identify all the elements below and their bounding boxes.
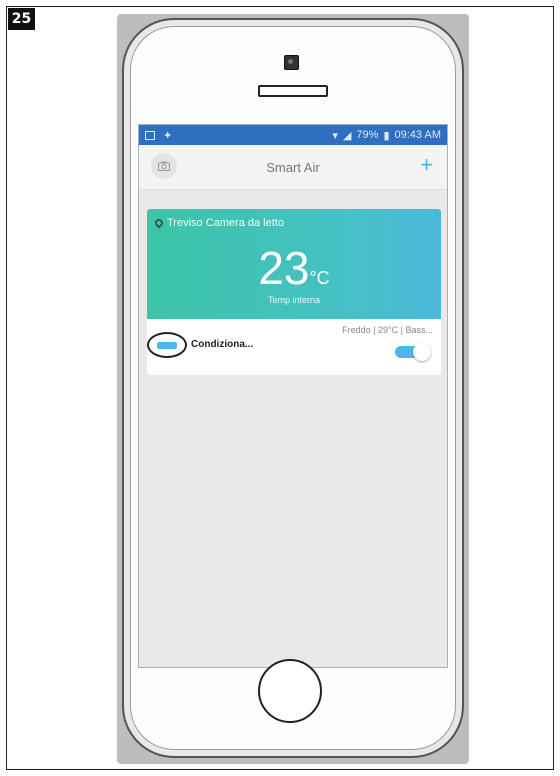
- toggle-knob: [413, 343, 431, 361]
- device-mode-status: Freddo | 29°C | Bass...: [342, 325, 433, 335]
- wifi-icon: ▾: [332, 129, 338, 142]
- temperature-readout: 23°C: [147, 243, 441, 303]
- air-conditioner-icon[interactable]: [157, 341, 177, 349]
- camera-icon[interactable]: [151, 153, 177, 179]
- temperature-caption: Temp interna: [267, 295, 321, 305]
- battery-icon: ▮: [383, 129, 390, 142]
- device-card[interactable]: Treviso Camera da letto 23°C Temp intern…: [147, 209, 441, 375]
- signal-notification-icon: ✦: [163, 129, 173, 142]
- room-location-label: Treviso Camera da letto: [167, 217, 284, 229]
- room-temperature-panel: Treviso Camera da letto 23°C Temp intern…: [147, 209, 441, 319]
- battery-percent: 79%: [356, 129, 379, 141]
- camera-glyph: [158, 161, 170, 171]
- device-row[interactable]: Freddo | 29°C | Bass... Condiziona...: [147, 319, 441, 375]
- earpiece-speaker: [258, 85, 328, 97]
- temperature-unit: °C: [309, 268, 330, 288]
- power-toggle[interactable]: [395, 343, 431, 361]
- add-device-plus-icon[interactable]: +: [420, 153, 433, 177]
- status-bar: ✦ ▾ ◢ 79% ▮ 09:43 AM: [139, 125, 447, 145]
- temperature-value: 23: [258, 242, 310, 294]
- room-location: Treviso Camera da letto: [153, 217, 284, 229]
- phone-screen: ✦ ▾ ◢ 79% ▮ 09:43 AM Smart Air + Treviso…: [138, 124, 448, 668]
- status-time: 09:43 AM: [394, 129, 441, 141]
- cell-signal-icon: ◢: [342, 129, 352, 142]
- gallery-notification-icon: [145, 130, 155, 140]
- app-title: Smart Air: [266, 159, 320, 175]
- app-bar: Smart Air +: [139, 145, 447, 190]
- device-name[interactable]: Condiziona...: [191, 339, 253, 350]
- highlight-circle: [147, 332, 187, 358]
- home-button[interactable]: [258, 659, 322, 723]
- location-pin-icon: [153, 217, 165, 229]
- front-camera-icon: [284, 55, 299, 70]
- step-number-badge: 25: [8, 8, 35, 30]
